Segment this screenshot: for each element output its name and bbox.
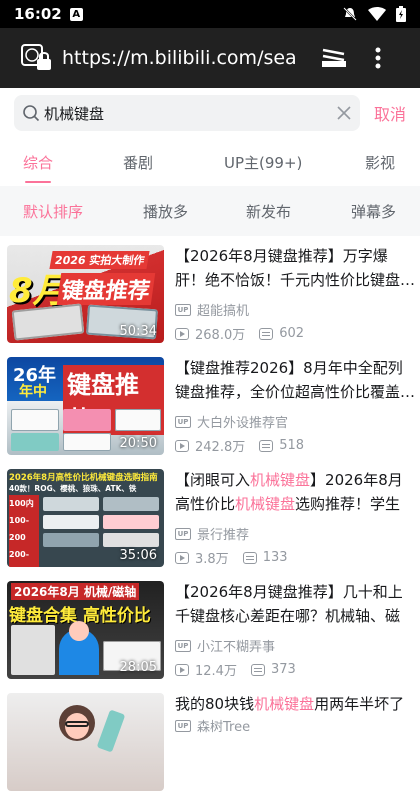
search-tabs: 综合 番剧 UP主(99+) 影视 xyxy=(0,140,420,184)
view-count: 242.8万 xyxy=(195,440,246,455)
video-title[interactable]: 【键盘推荐2026】8月年中全配列键盘推荐，全价位超高性价比覆盖… xyxy=(175,356,415,404)
danmaku-count: 602 xyxy=(279,326,305,341)
danmaku-count: 133 xyxy=(262,550,288,565)
video-item[interactable]: 2026 实拍大制作 8月 键盘推荐 50:34 【2026年8月键盘推荐】万字… xyxy=(0,236,420,348)
view-count: 12.4万 xyxy=(195,664,237,679)
thumbnail-caption: 2026年8月高性价比机械键盘选购指南 xyxy=(9,473,158,483)
tab-anime[interactable]: 番剧 xyxy=(123,152,153,173)
video-stats: 268.0万 602 xyxy=(175,324,304,343)
search-input[interactable]: 机械键盘 xyxy=(14,95,360,131)
video-author[interactable]: UP 景行推荐 xyxy=(175,524,249,543)
thumbnail-caption: 键盘推荐 xyxy=(56,273,156,305)
video-author[interactable]: UP 大白外设推荐官 xyxy=(175,412,288,431)
overflow-menu-icon[interactable] xyxy=(374,46,382,70)
wifi-icon xyxy=(368,7,386,21)
author-name: 景行推荐 xyxy=(197,528,250,543)
video-item[interactable]: 26年 年中 键盘推荐 20:50 【键盘推荐2026】8月年中全配列键盘推荐，… xyxy=(0,348,420,460)
video-thumbnail[interactable]: 2026 实拍大制作 8月 键盘推荐 50:34 xyxy=(7,245,164,343)
play-count-icon xyxy=(175,439,189,452)
sort-default[interactable]: 默认排序 xyxy=(23,201,83,222)
uploader-icon: UP xyxy=(175,303,191,316)
video-thumbnail[interactable]: 2026年8月 机械/磁轴 键盘合集 高性价比 28:05 xyxy=(7,581,164,679)
url-bar[interactable]: https://m.bilibili.com/search xyxy=(62,47,298,69)
video-title[interactable]: 【2026年8月键盘推荐】几十和上千键盘核心差距在哪？机械轴、磁轴… xyxy=(175,580,415,628)
view-count: 268.0万 xyxy=(195,328,246,343)
thumbnail-caption: 2026年8月 机械/磁轴 xyxy=(11,583,140,600)
author-name: 森树Tree xyxy=(197,720,251,735)
search-icon xyxy=(23,105,40,122)
danmaku-count: 373 xyxy=(270,662,296,677)
notification-icon: A xyxy=(69,7,83,21)
mute-icon xyxy=(343,7,357,21)
cancel-button[interactable]: 取消 xyxy=(374,101,406,125)
video-thumbnail[interactable]: 26年 年中 键盘推荐 20:50 xyxy=(7,357,164,455)
author-name: 大白外设推荐官 xyxy=(197,416,289,431)
video-item[interactable]: 我的80块钱机械键盘用两年半坏了 UP 森树Tree xyxy=(0,684,420,796)
video-duration: 20:50 xyxy=(119,436,157,451)
tab-all[interactable]: 综合 xyxy=(23,152,53,173)
video-author[interactable]: UP 小江不糊弄事 xyxy=(175,636,275,655)
video-item[interactable]: 2026年8月 机械/磁轴 键盘合集 高性价比 28:05 【2026年8月键盘… xyxy=(0,572,420,684)
thumbnail-caption: 40款！ROG、樱桃、狼珠、ATK、铁 xyxy=(9,484,137,493)
video-author[interactable]: UP 超能搞机 xyxy=(175,300,249,319)
sort-most-danmaku[interactable]: 弹幕多 xyxy=(351,201,396,222)
video-thumbnail[interactable]: 2026年8月高性价比机械键盘选购指南 40款！ROG、樱桃、狼珠、ATK、铁 … xyxy=(7,469,164,567)
tab-uploaders[interactable]: UP主(99+) xyxy=(224,152,302,173)
clear-icon[interactable] xyxy=(336,105,352,121)
video-thumbnail[interactable] xyxy=(7,693,164,791)
search-query[interactable]: 机械键盘 xyxy=(44,103,336,124)
tab-indicator xyxy=(25,181,51,183)
status-bar: 16:02 A xyxy=(0,0,420,28)
author-name: 小江不糊弄事 xyxy=(197,640,276,655)
video-stats: 3.8万 133 xyxy=(175,548,288,567)
danmaku-icon xyxy=(259,327,274,340)
browser-toolbar: https://m.bilibili.com/search xyxy=(0,28,420,88)
thumbnail-caption: 100内 100-200 200-400 400以上 xyxy=(9,495,39,567)
video-stats: 12.4万 373 xyxy=(175,660,296,679)
play-count-icon xyxy=(175,663,189,676)
site-security-icon[interactable] xyxy=(20,41,54,75)
status-time: 16:02 xyxy=(14,5,62,23)
video-stats: 242.8万 518 xyxy=(175,436,304,455)
danmaku-count: 518 xyxy=(279,438,305,453)
sort-most-played[interactable]: 播放多 xyxy=(143,201,188,222)
uploader-icon: UP xyxy=(175,527,191,540)
sort-newest[interactable]: 新发布 xyxy=(246,201,291,222)
tabs-icon[interactable] xyxy=(320,46,348,70)
video-title[interactable]: 【2026年8月键盘推荐】万字爆肝！绝不恰饭！千元内性价比键盘… xyxy=(175,244,415,292)
battery-icon xyxy=(396,6,406,22)
video-title[interactable]: 我的80块钱机械键盘用两年半坏了 xyxy=(175,692,415,716)
video-duration: 35:06 xyxy=(119,548,157,563)
video-title[interactable]: 【闭眼可入机械键盘】2026年8月高性价比机械键盘选购推荐！学生党… xyxy=(175,468,415,516)
video-duration: 28:05 xyxy=(119,660,157,675)
author-name: 超能搞机 xyxy=(197,304,250,319)
uploader-icon: UP xyxy=(175,719,191,732)
thumbnail-caption: 年中 xyxy=(19,384,47,400)
danmaku-icon xyxy=(250,663,265,676)
video-author[interactable]: UP 森树Tree xyxy=(175,716,250,735)
danmaku-icon xyxy=(242,551,257,564)
play-count-icon xyxy=(175,551,189,564)
view-count: 3.8万 xyxy=(195,552,229,567)
video-item[interactable]: 2026年8月高性价比机械键盘选购指南 40款！ROG、樱桃、狼珠、ATK、铁 … xyxy=(0,460,420,572)
danmaku-icon xyxy=(259,439,274,452)
uploader-icon: UP xyxy=(175,639,191,652)
search-row: 机械键盘 取消 xyxy=(0,88,420,138)
uploader-icon: UP xyxy=(175,415,191,428)
tab-movies[interactable]: 影视 xyxy=(365,152,395,173)
play-count-icon xyxy=(175,327,189,340)
video-duration: 50:34 xyxy=(119,324,157,339)
sort-options: 默认排序 播放多 新发布 弹幕多 xyxy=(0,186,420,236)
